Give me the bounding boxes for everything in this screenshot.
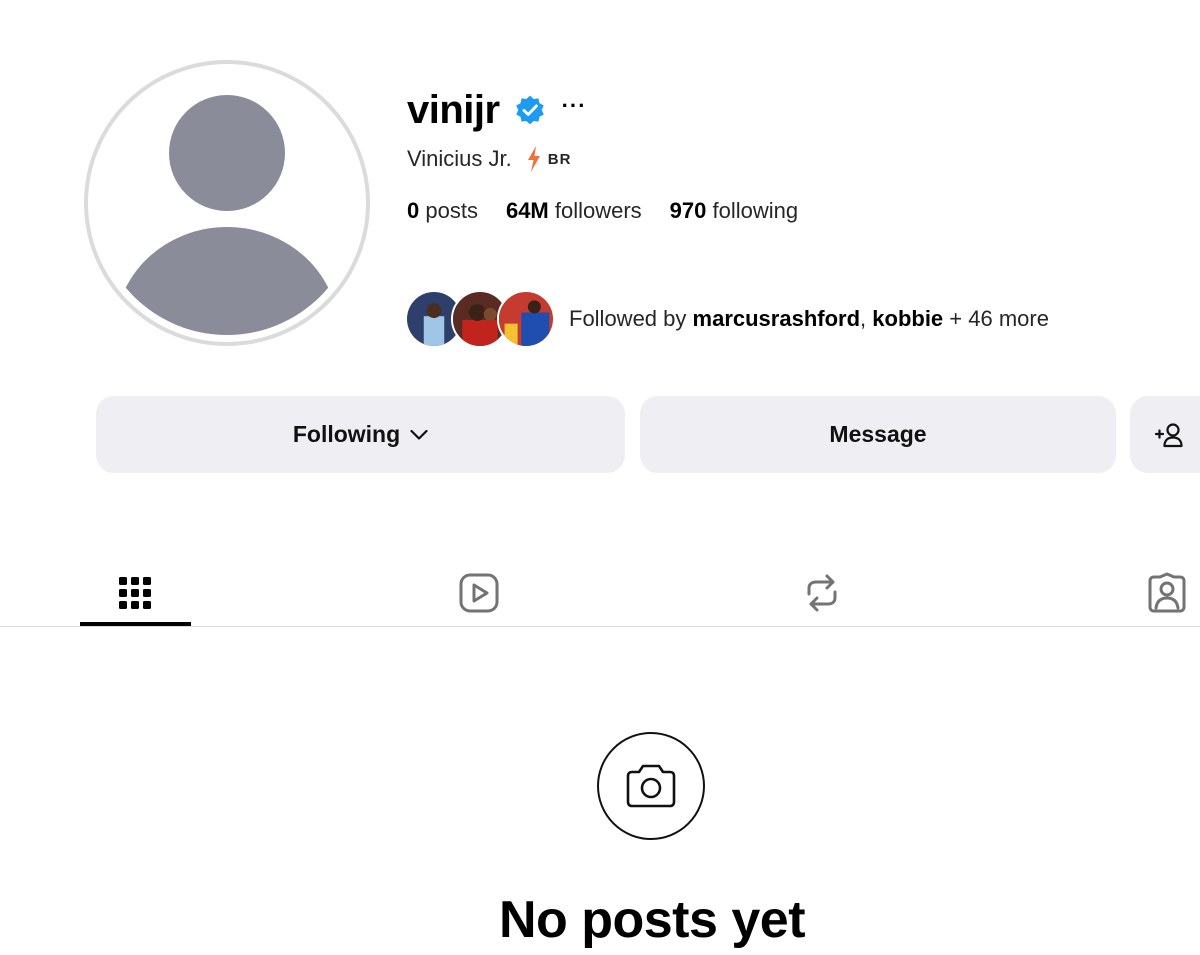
followed-by-prefix: Followed by: [569, 306, 693, 331]
grid-icon: [119, 577, 151, 609]
lightning-bolt-icon: [527, 146, 540, 172]
reels-icon: [459, 573, 499, 613]
following-count: 970: [669, 198, 707, 223]
suggest-users-button[interactable]: [1130, 396, 1200, 473]
followers-label: followers: [548, 198, 642, 223]
tab-tagged[interactable]: [1112, 560, 1200, 626]
default-avatar-icon: [95, 71, 359, 335]
posts-stat: 0 posts: [407, 198, 478, 224]
more-options-button[interactable]: ···: [562, 95, 587, 117]
mutual-user-1: marcusrashford: [692, 306, 861, 331]
mutual-avatar: [497, 290, 555, 348]
tabs-divider: [0, 626, 1200, 627]
display-name: Vinicius Jr.: [407, 146, 512, 171]
followers-stat[interactable]: 64M followers: [506, 198, 642, 224]
tab-reels[interactable]: [424, 560, 534, 626]
message-button[interactable]: Message: [640, 396, 1116, 473]
followed-by-text[interactable]: Followed by marcusrashford, kobbie + 46 …: [569, 306, 1049, 332]
followed-by-row: Followed by marcusrashford, kobbie + 46 …: [405, 290, 1049, 348]
posts-label: posts: [419, 198, 478, 223]
following-stat[interactable]: 970 following: [670, 198, 798, 224]
repost-icon: [807, 574, 837, 612]
country-code: BR: [547, 150, 572, 168]
empty-state-title: No posts yet: [498, 891, 806, 949]
posts-count: 0: [407, 198, 420, 223]
tab-reposts[interactable]: [767, 560, 877, 626]
following-label: following: [706, 198, 799, 223]
tagged-icon: [1148, 572, 1186, 613]
followed-by-suffix: + 46 more: [943, 306, 1049, 331]
followed-by-separator: ,: [860, 306, 873, 331]
profile-avatar[interactable]: [95, 71, 359, 335]
mutual-user-2: kobbie: [872, 306, 944, 331]
tab-posts[interactable]: [80, 560, 190, 626]
empty-state-camera: [597, 732, 705, 840]
following-button[interactable]: Following: [96, 396, 625, 473]
mutual-avatars[interactable]: [405, 290, 555, 348]
username: vinijr: [407, 87, 500, 132]
add-user-icon: [1154, 422, 1183, 447]
profile-stats: 0 posts 64M followers 970 following: [407, 196, 826, 226]
followers-count: 64M: [505, 198, 549, 223]
verified-badge-icon: [515, 95, 544, 125]
following-button-label: Following: [292, 421, 401, 447]
message-button-label: Message: [829, 421, 927, 447]
username-row: vinijr ···: [407, 80, 587, 140]
display-name-row: Vinicius Jr. BR: [407, 143, 571, 175]
chevron-down-icon: [410, 429, 428, 440]
camera-icon: [626, 764, 676, 808]
